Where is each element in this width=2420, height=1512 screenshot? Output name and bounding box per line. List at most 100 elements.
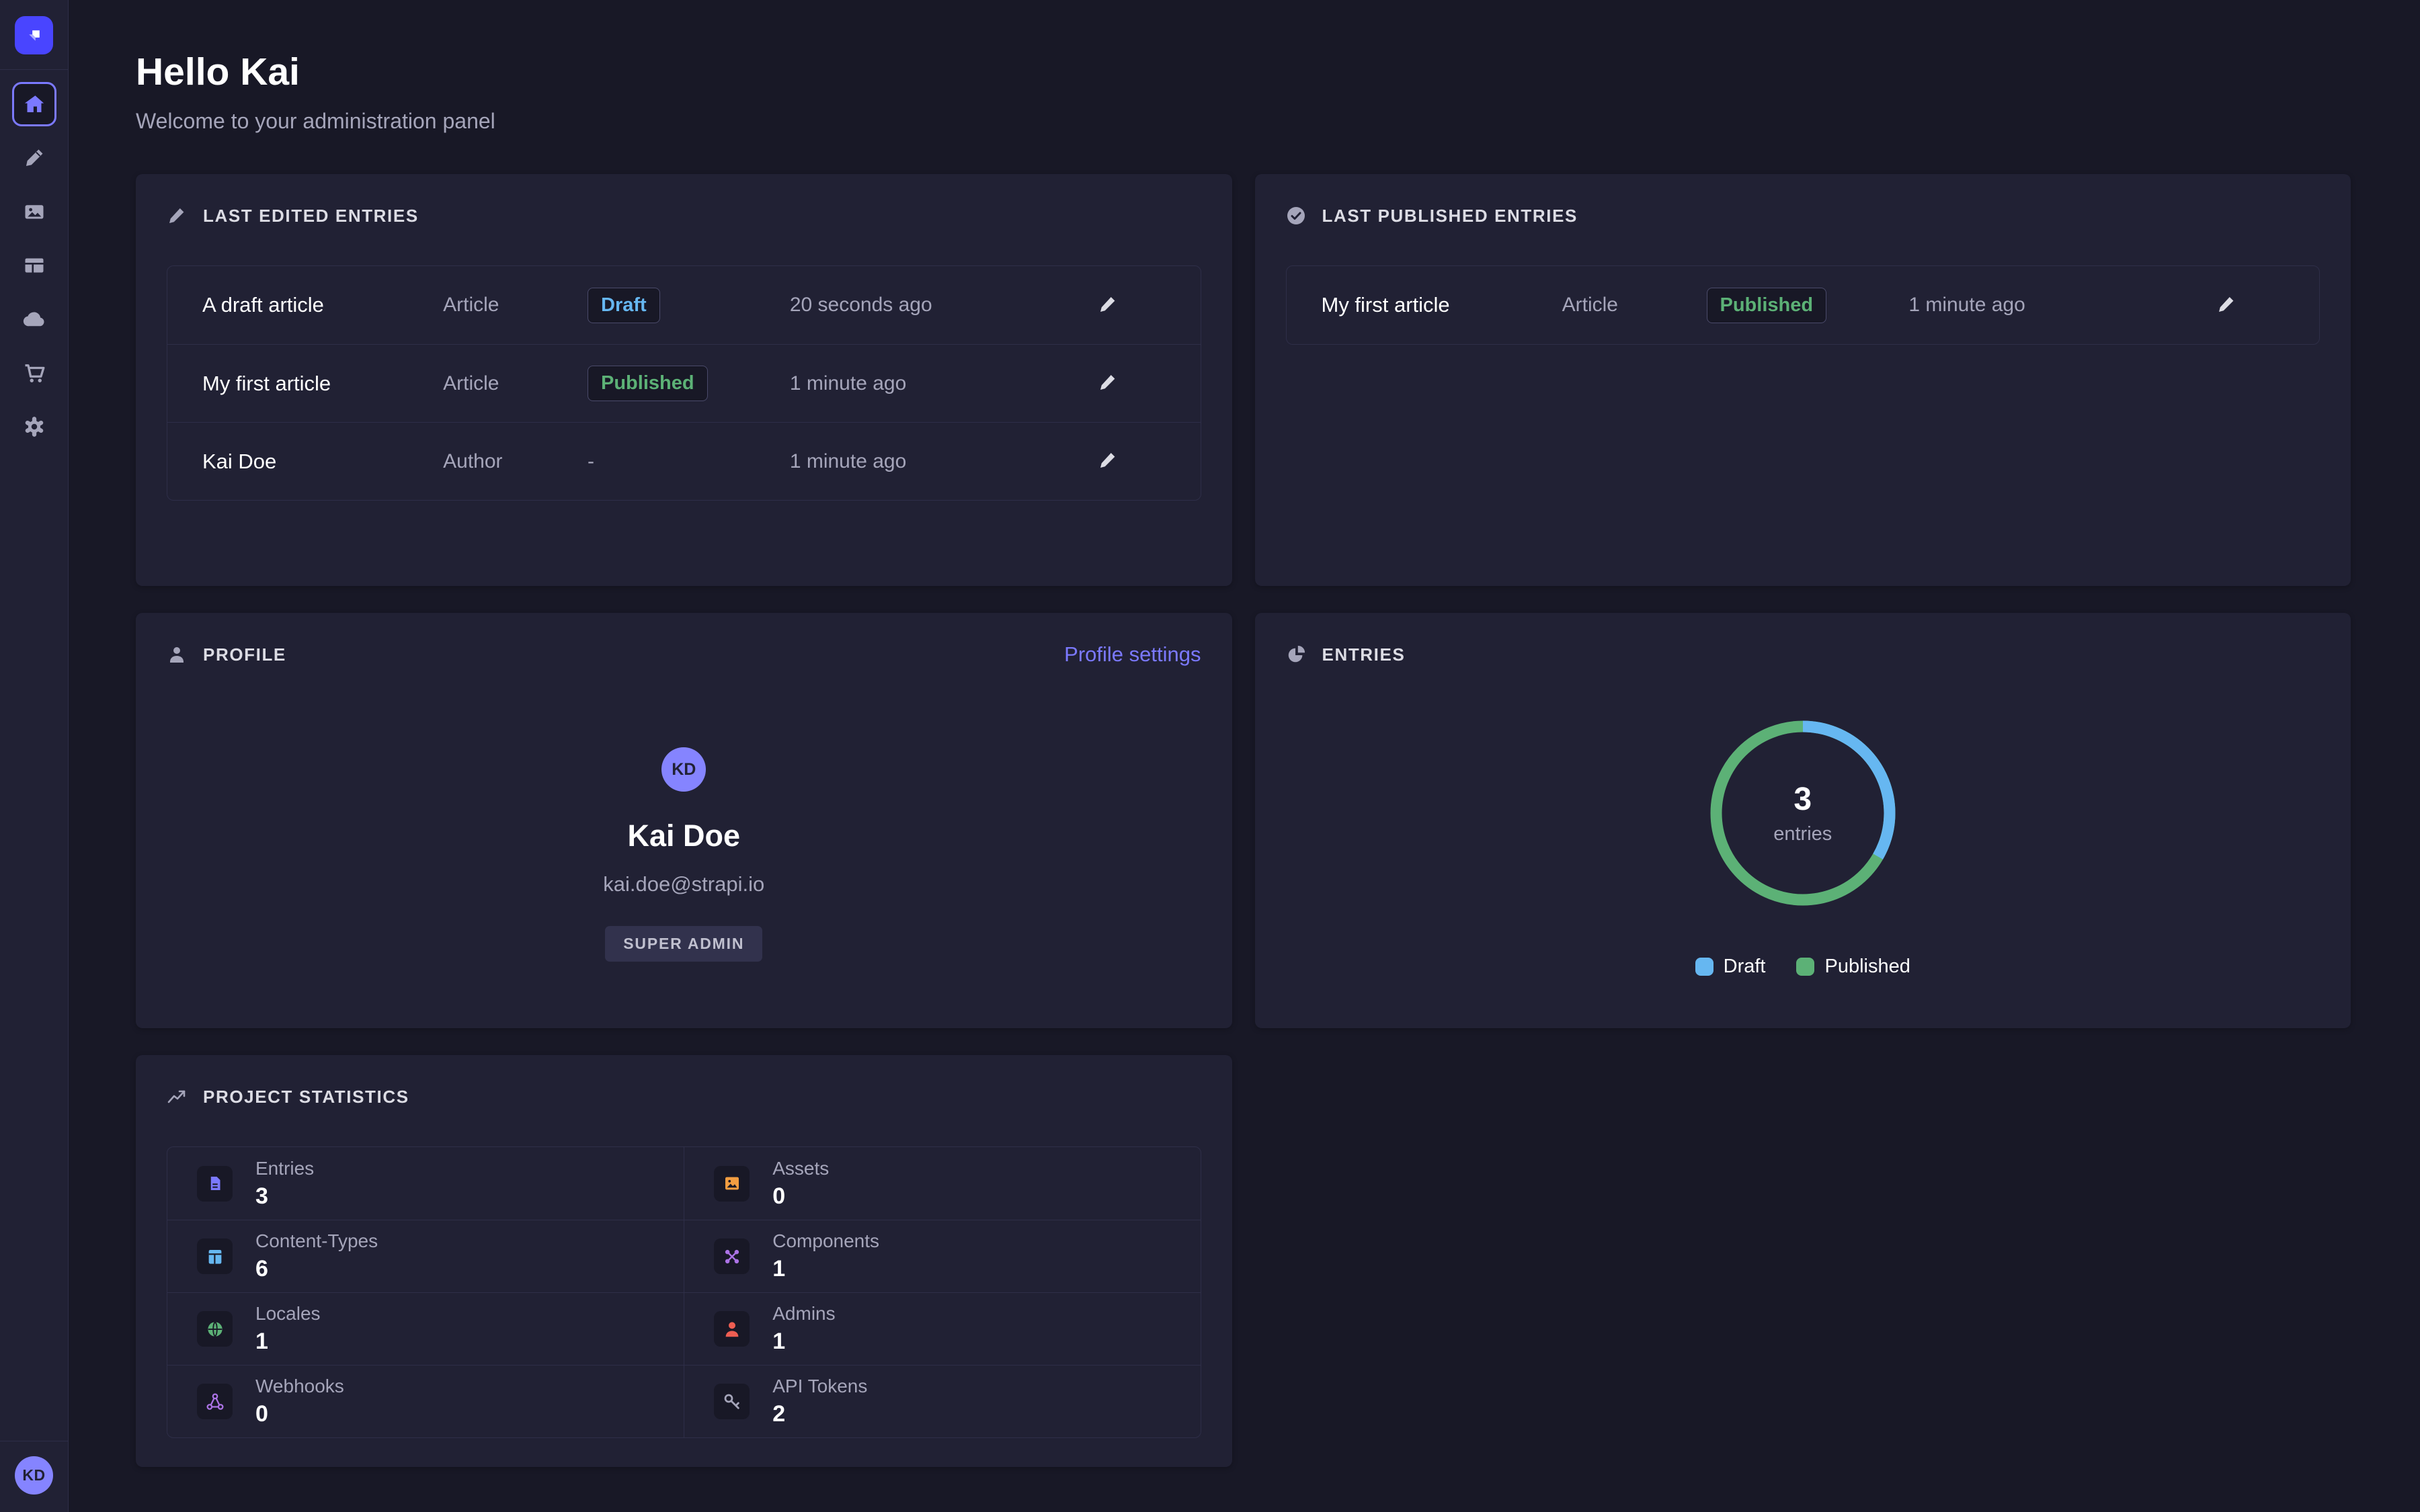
sidebar-nav — [12, 82, 56, 449]
strapi-logo-icon — [23, 24, 46, 47]
stat-entries: Entries 3 — [167, 1147, 684, 1220]
profile-body: KD Kai Doe kai.doe@strapi.io SUPER ADMIN — [167, 747, 1201, 962]
user-icon — [722, 1319, 742, 1339]
pencil-icon — [2216, 294, 2236, 314]
profile-avatar: KD — [661, 747, 706, 792]
stat-icon-tile — [714, 1384, 750, 1419]
profile-settings-link[interactable]: Profile settings — [1064, 642, 1201, 667]
pie-chart-icon — [1286, 644, 1306, 665]
stat-value: 3 — [255, 1183, 314, 1210]
edit-entry-button[interactable] — [1094, 368, 1122, 398]
strapi-logo[interactable] — [15, 16, 53, 54]
globe-icon — [205, 1319, 225, 1339]
entries-count: 3 — [1793, 781, 1812, 818]
stat-locales: Locales 1 — [167, 1292, 684, 1365]
stat-value: 6 — [255, 1256, 378, 1282]
panel-last-published-entries: LAST PUBLISHED ENTRIES My first article … — [1255, 174, 2351, 586]
profile-name: Kai Doe — [627, 818, 740, 853]
entry-name: My first article — [202, 372, 443, 396]
entry-time: 20 seconds ago — [790, 294, 1050, 317]
user-avatar[interactable]: KD — [15, 1456, 53, 1495]
sidebar-item-deploy[interactable] — [12, 297, 56, 341]
key-icon — [722, 1392, 742, 1412]
stat-icon-tile — [197, 1384, 233, 1419]
draft-swatch — [1695, 958, 1713, 976]
stat-label: Admins — [772, 1303, 835, 1325]
stat-icon-tile — [714, 1311, 750, 1347]
webhook-icon — [205, 1392, 225, 1412]
stat-content-types: Content-Types 6 — [167, 1220, 684, 1292]
cart-icon — [22, 361, 46, 385]
legend-label: Published — [1824, 956, 1910, 978]
panel-last-published-header: LAST PUBLISHED ENTRIES — [1286, 202, 2321, 229]
pen-icon — [23, 146, 46, 169]
stat-value: 1 — [255, 1329, 321, 1355]
sidebar-item-content-type-builder[interactable] — [12, 243, 56, 288]
entry-time: 1 minute ago — [1908, 294, 2169, 317]
sidebar-item-settings[interactable] — [12, 405, 56, 449]
panel-title: PROFILE — [203, 644, 286, 665]
stat-admins: Admins 1 — [684, 1292, 1200, 1365]
sidebar-item-marketplace[interactable] — [12, 351, 56, 395]
entries-unit: entries — [1773, 823, 1832, 845]
sidebar-item-home[interactable] — [12, 82, 56, 126]
file-icon — [205, 1173, 225, 1193]
stat-value: 1 — [772, 1329, 835, 1355]
stat-assets: Assets 0 — [684, 1147, 1200, 1220]
table-row[interactable]: My first article Article Published 1 min… — [167, 344, 1201, 422]
page-subtitle: Welcome to your administration panel — [136, 109, 2351, 134]
panel-last-edited-header: LAST EDITED ENTRIES — [167, 202, 1201, 229]
stat-value: 0 — [255, 1401, 344, 1427]
user-icon — [167, 644, 187, 665]
media-icon — [22, 200, 46, 224]
entry-time: 1 minute ago — [790, 450, 1050, 473]
stat-value: 2 — [772, 1401, 867, 1427]
role-badge: SUPER ADMIN — [605, 926, 762, 962]
chart-legend: Draft Published — [1695, 956, 1910, 978]
stat-label: Components — [772, 1230, 879, 1252]
stat-label: Webhooks — [255, 1376, 344, 1397]
stat-value: 1 — [772, 1256, 879, 1282]
table-row[interactable]: My first article Article Published 1 min… — [1287, 266, 2320, 344]
sidebar: KD — [0, 0, 69, 1512]
stat-label: Locales — [255, 1303, 321, 1325]
pencil-icon — [1098, 294, 1118, 314]
last-published-table: My first article Article Published 1 min… — [1286, 265, 2321, 345]
profile-email: kai.doe@strapi.io — [603, 872, 764, 896]
stat-icon-tile — [197, 1238, 233, 1274]
edit-entry-button[interactable] — [1094, 446, 1122, 476]
entry-type: Article — [1562, 294, 1707, 317]
panel-entries-header: ENTRIES — [1286, 641, 2321, 668]
edit-entry-button[interactable] — [1094, 290, 1122, 321]
puzzle-nodes-icon — [722, 1247, 742, 1267]
sidebar-item-content-manager[interactable] — [12, 136, 56, 180]
panel-entries-chart: ENTRIES 3 entries Draft — [1255, 613, 2351, 1028]
stat-components: Components 1 — [684, 1220, 1200, 1292]
layout-icon — [22, 253, 46, 278]
legend-item-published: Published — [1796, 956, 1910, 978]
sidebar-divider — [0, 69, 69, 70]
check-circle-icon — [1286, 206, 1306, 226]
entry-time: 1 minute ago — [790, 372, 1050, 395]
panel-title: LAST PUBLISHED ENTRIES — [1322, 206, 1578, 226]
entry-type: Author — [443, 450, 588, 473]
panel-title: LAST EDITED ENTRIES — [203, 206, 419, 226]
entry-type: Article — [443, 372, 588, 395]
pencil-icon — [167, 206, 187, 226]
pencil-icon — [1098, 372, 1118, 392]
legend-item-draft: Draft — [1695, 956, 1766, 978]
panel-stats-header: PROJECT STATISTICS — [167, 1083, 1201, 1110]
entries-donut-area: 3 entries Draft Published — [1286, 715, 2321, 978]
entry-name: A draft article — [202, 293, 443, 317]
donut-center-label: 3 entries — [1705, 715, 1901, 911]
status-badge: Published — [588, 366, 708, 401]
panel-project-statistics: PROJECT STATISTICS Entries 3 — [136, 1055, 1232, 1467]
edit-entry-button[interactable] — [2212, 290, 2241, 321]
dashboard-grid: LAST EDITED ENTRIES A draft article Arti… — [136, 174, 2351, 1467]
entry-name: Kai Doe — [202, 450, 443, 474]
table-row[interactable]: A draft article Article Draft 20 seconds… — [167, 266, 1201, 344]
image-icon — [722, 1173, 742, 1193]
page-header: Hello Kai Welcome to your administration… — [136, 50, 2351, 134]
table-row[interactable]: Kai Doe Author - 1 minute ago — [167, 422, 1201, 500]
sidebar-item-media-library[interactable] — [12, 190, 56, 234]
